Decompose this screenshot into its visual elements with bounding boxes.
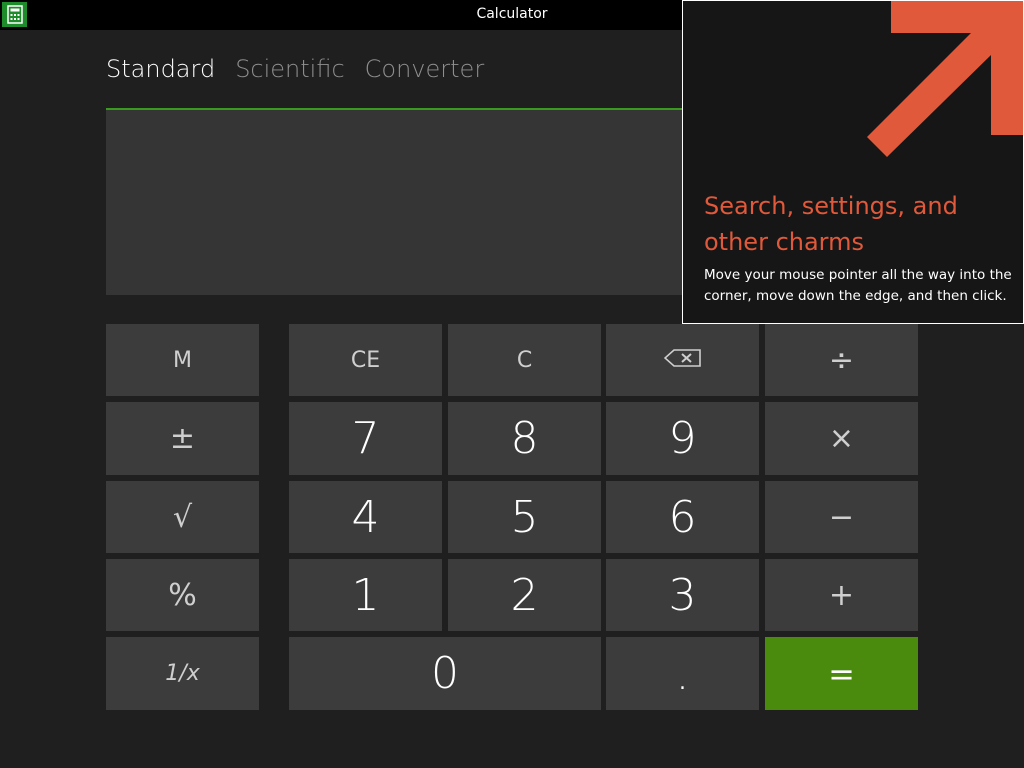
tab-converter[interactable]: Converter xyxy=(365,55,485,83)
backspace-icon xyxy=(663,349,702,371)
multiply-button[interactable]: × xyxy=(765,402,918,475)
add-button[interactable]: + xyxy=(765,559,918,631)
subtract-button[interactable]: − xyxy=(765,481,918,553)
divide-button[interactable]: ÷ xyxy=(765,324,918,396)
digit-4-button[interactable]: 4 xyxy=(289,481,442,553)
tab-standard[interactable]: Standard xyxy=(106,55,215,83)
reciprocal-button[interactable]: 1/x xyxy=(106,637,259,710)
charms-tip-body: Move your mouse pointer all the way into… xyxy=(704,267,1012,304)
tab-scientific[interactable]: Scientific xyxy=(235,55,344,83)
equals-button[interactable]: = xyxy=(765,637,918,710)
percent-button[interactable]: % xyxy=(106,559,259,631)
decimal-button[interactable]: . xyxy=(606,637,759,710)
digit-1-button[interactable]: 1 xyxy=(289,559,442,631)
digit-7-button[interactable]: 7 xyxy=(289,402,442,475)
digit-0-button[interactable]: 0 xyxy=(289,637,601,710)
charms-tip-title: Search, settings, and other charms xyxy=(704,192,958,256)
charms-tip-flyout: Search, settings, and other charms Move … xyxy=(682,0,1024,324)
digit-5-button[interactable]: 5 xyxy=(448,481,601,553)
digit-3-button[interactable]: 3 xyxy=(606,559,759,631)
plus-minus-button[interactable]: ± xyxy=(106,402,259,475)
mode-tabs: Standard Scientific Converter xyxy=(106,55,484,83)
square-root-button[interactable]: √ xyxy=(106,481,259,553)
memory-button[interactable]: M xyxy=(106,324,259,396)
clear-entry-button[interactable]: CE xyxy=(289,324,442,396)
digit-2-button[interactable]: 2 xyxy=(448,559,601,631)
digit-9-button[interactable]: 9 xyxy=(606,402,759,475)
digit-6-button[interactable]: 6 xyxy=(606,481,759,553)
backspace-button[interactable] xyxy=(606,324,759,396)
digit-8-button[interactable]: 8 xyxy=(448,402,601,475)
arrow-up-right-icon xyxy=(867,1,1023,157)
clear-button[interactable]: C xyxy=(448,324,601,396)
